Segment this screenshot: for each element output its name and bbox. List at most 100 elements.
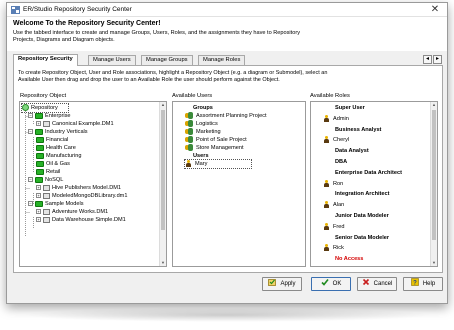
expand-icon[interactable]: +: [36, 217, 41, 223]
tree-node[interactable]: Oil & Gas: [36, 160, 70, 168]
help-button[interactable]: ? Help: [403, 277, 443, 291]
repository-tree[interactable]: Repository − Enterprise + Canonical Example.…: [19, 101, 167, 267]
tree-node[interactable]: Manufacturing: [36, 152, 81, 160]
list-item[interactable]: Assortment Planning Project: [185, 112, 267, 120]
list-heading: Groups: [193, 104, 213, 112]
tree-node[interactable]: Repository: [21, 103, 69, 113]
list-item-label: Users: [193, 153, 209, 159]
list-item[interactable]: Marketing: [185, 128, 221, 136]
repository-object-label: Repository Object: [20, 93, 67, 99]
welcome-heading: Welcome To the Repository Security Cente…: [13, 20, 161, 27]
welcome-description: Use the tabbed interface to create and m…: [13, 30, 300, 43]
role-heading[interactable]: Senior Data Modeler: [335, 234, 389, 242]
expand-icon[interactable]: +: [36, 121, 41, 127]
role-heading[interactable]: Business Analyst: [335, 126, 381, 134]
tree-node[interactable]: + Adventure Works.DM1: [36, 208, 108, 216]
expand-icon[interactable]: +: [36, 185, 41, 191]
list-item[interactable]: Point of Sale Project: [185, 136, 247, 144]
tree-node[interactable]: Health Care: [36, 144, 76, 152]
role-heading[interactable]: Enterprise Data Architect: [335, 169, 402, 177]
cancel-label: Cancel: [373, 281, 393, 287]
apply-button[interactable]: Apply: [262, 277, 302, 291]
role-heading[interactable]: Super User: [335, 104, 365, 112]
group-icon: [185, 128, 193, 136]
tree-node[interactable]: − Sample Models: [28, 200, 84, 208]
list-item[interactable]: Mary: [183, 159, 253, 169]
tree-node[interactable]: − Industry Verticals: [28, 128, 88, 136]
tree-node-label: Financial: [46, 137, 69, 143]
tree-node[interactable]: − NoSQL: [28, 176, 63, 184]
tree-node[interactable]: + Canonical Example.DM1: [36, 120, 114, 128]
role-member[interactable]: Fred: [323, 222, 345, 231]
diagram-icon: [43, 192, 50, 199]
tab-scroll-left-icon[interactable]: ◂: [423, 55, 432, 64]
tree-node[interactable]: + ModeledMongoDBLibrary.dm1: [36, 192, 127, 200]
tab-manage-roles[interactable]: Manage Roles: [198, 55, 246, 65]
available-roles-list[interactable]: Super User Admin Business Analyst Cheryl Dat…: [310, 101, 438, 267]
folder-icon: [36, 152, 44, 159]
user-icon: [185, 160, 192, 168]
role-member[interactable]: Ron: [323, 179, 343, 188]
tree-node-label: Manufacturing: [46, 153, 82, 159]
list-item[interactable]: Store Management: [185, 144, 244, 152]
list-item-label: Store Management: [196, 145, 244, 151]
tree-node-label: ModeledMongoDBLibrary.dm1: [52, 193, 128, 199]
folder-icon: [36, 144, 44, 151]
tree-node[interactable]: Financial: [36, 136, 68, 144]
role-label: Enterprise Data Architect: [335, 169, 402, 176]
apply-label: Apply: [280, 281, 296, 287]
scroll-thumb[interactable]: [161, 110, 165, 230]
role-label: Cheryl: [333, 137, 350, 144]
tree-node-label: Canonical Example.DM1: [52, 121, 114, 127]
tree-node[interactable]: + Hive Publishers Model.DM1: [36, 184, 121, 192]
expand-icon[interactable]: +: [36, 193, 41, 199]
scroll-up-icon[interactable]: ▲: [431, 102, 437, 108]
available-roles-label: Available Roles: [310, 93, 350, 99]
tree-node[interactable]: Retail: [36, 168, 60, 176]
group-icon: [185, 144, 193, 152]
collapse-icon[interactable]: −: [28, 177, 33, 183]
tree-node[interactable]: − Enterprise: [28, 112, 71, 120]
instructions-text: To create Repository Object, User and Ro…: [18, 70, 328, 83]
help-label: Help: [422, 281, 436, 287]
role-member[interactable]: Rick: [323, 244, 344, 252]
role-heading[interactable]: Integration Architect: [335, 190, 390, 198]
role-member[interactable]: Admin: [323, 114, 349, 123]
ok-button[interactable]: OK: [311, 277, 351, 291]
role-label: Junior Data Modeler: [335, 213, 389, 219]
list-item-label: Mary: [195, 161, 208, 167]
cancel-button[interactable]: Cancel: [357, 277, 397, 291]
scroll-down-icon[interactable]: ▼: [160, 260, 166, 266]
tab-repository-security[interactable]: Repository Security: [13, 54, 78, 66]
tab-manage-users[interactable]: Manage Users: [88, 55, 136, 65]
scroll-down-icon[interactable]: ▼: [431, 260, 437, 266]
role-heading[interactable]: Data Analyst: [335, 147, 369, 155]
scroll-up-icon[interactable]: ▲: [160, 102, 166, 108]
collapse-icon[interactable]: −: [28, 129, 33, 135]
expand-icon[interactable]: +: [36, 209, 41, 215]
tree-node[interactable]: + Data Warehouse Simple.DM1: [36, 216, 126, 224]
scroll-thumb[interactable]: [432, 110, 436, 240]
role-heading[interactable]: DBA: [335, 158, 347, 166]
role-member[interactable]: Alan: [323, 201, 344, 209]
roles-scrollbar[interactable]: ▲ ▼: [430, 102, 437, 266]
collapse-icon[interactable]: −: [28, 201, 33, 207]
header-area: Welcome To the Repository Security Cente…: [7, 17, 447, 51]
diagram-icon: [43, 216, 50, 223]
role-label: Super User: [335, 105, 365, 111]
group-icon: [185, 120, 193, 128]
list-item[interactable]: Logistics: [185, 120, 218, 128]
tab-scroll-right-icon[interactable]: ▸: [433, 55, 442, 64]
close-icon[interactable]: ✕: [427, 4, 443, 16]
user-icon: [323, 201, 330, 209]
collapse-icon[interactable]: −: [28, 113, 33, 119]
available-users-list[interactable]: Groups Assortment Planning Project Logisti…: [172, 101, 306, 267]
role-heading[interactable]: Junior Data Modeler: [335, 212, 389, 220]
tree-node-label: Industry Verticals: [45, 129, 88, 135]
repository-tree-scrollbar[interactable]: ▲ ▼: [159, 102, 166, 266]
role-member[interactable]: Cheryl: [323, 136, 349, 144]
role-heading[interactable]: No Access: [335, 255, 363, 263]
tab-manage-groups[interactable]: Manage Groups: [141, 55, 193, 65]
help-icon: ?: [411, 278, 419, 286]
user-icon: [323, 222, 330, 230]
